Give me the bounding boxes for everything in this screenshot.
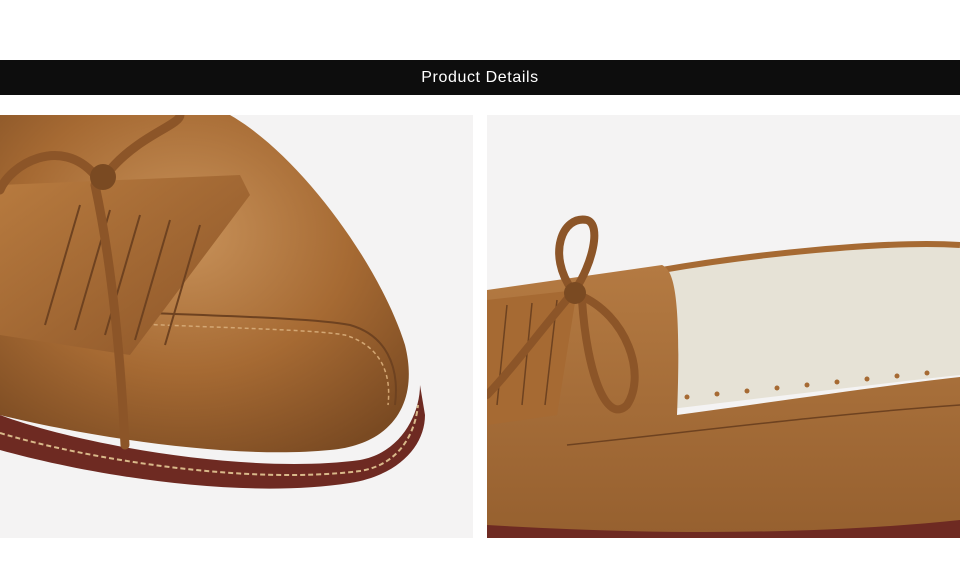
shoe-toe-illustration bbox=[0, 115, 473, 538]
shoe-bow-illustration bbox=[487, 115, 960, 538]
section-title: Product Details bbox=[421, 68, 539, 86]
section-header-bar: Product Details bbox=[0, 60, 960, 95]
shoe-toe-photo bbox=[0, 115, 473, 538]
product-details-page: Product Details bbox=[0, 0, 960, 582]
shoe-bow-photo bbox=[487, 115, 960, 538]
